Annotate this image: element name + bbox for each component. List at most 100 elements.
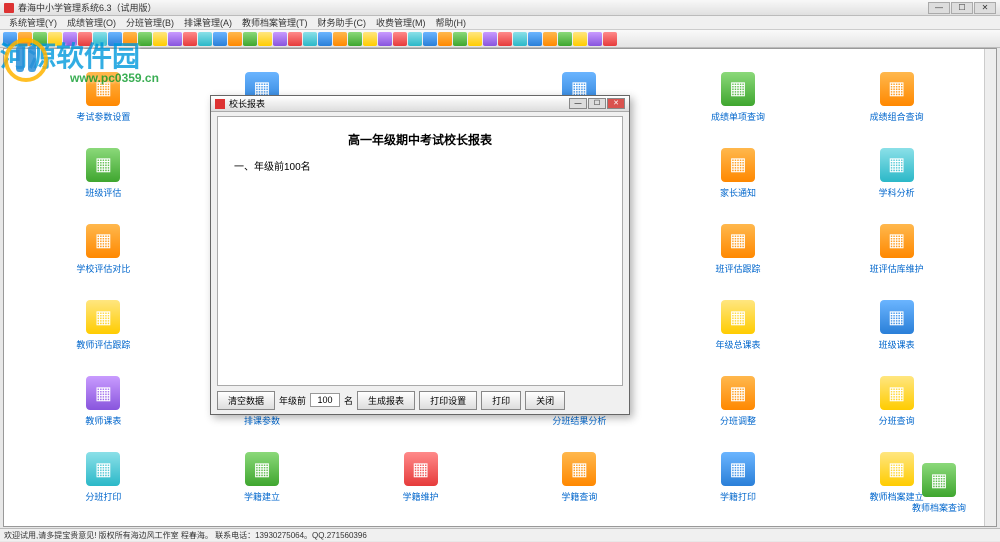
app-item[interactable]: ▦学籍查询 bbox=[500, 440, 659, 516]
tb-icon[interactable] bbox=[603, 32, 617, 46]
tb-icon[interactable] bbox=[198, 32, 212, 46]
app-item[interactable]: ▦ 学籍打印 bbox=[659, 440, 818, 516]
tb-icon[interactable] bbox=[288, 32, 302, 46]
vertical-scrollbar[interactable] bbox=[984, 49, 996, 526]
tb-icon[interactable] bbox=[588, 32, 602, 46]
app-item-icon: ▦ bbox=[721, 452, 755, 486]
app-item[interactable]: ▦学籍维护 bbox=[341, 440, 500, 516]
app-item-label: 学籍查询 bbox=[561, 490, 597, 503]
tb-icon[interactable] bbox=[243, 32, 257, 46]
menu-finance[interactable]: 财务助手(C) bbox=[313, 16, 372, 29]
app-item-label: 考试参数设置 bbox=[76, 110, 130, 123]
tb-icon[interactable] bbox=[363, 32, 377, 46]
tb-icon[interactable] bbox=[423, 32, 437, 46]
status-text: 欢迎试用,请多提宝贵意见! 版权所有海边风工作室 程春海。 联系电话：13930… bbox=[4, 531, 367, 540]
minimize-button[interactable]: — bbox=[928, 2, 950, 14]
app-item-icon: ▦ bbox=[880, 300, 914, 334]
tb-icon[interactable] bbox=[498, 32, 512, 46]
tb-icon[interactable] bbox=[228, 32, 242, 46]
tb-icon[interactable] bbox=[378, 32, 392, 46]
tb-icon[interactable] bbox=[468, 32, 482, 46]
tb-icon[interactable] bbox=[258, 32, 272, 46]
tb-icon[interactable] bbox=[513, 32, 527, 46]
app-item[interactable]: ▦家长通知 bbox=[659, 135, 818, 211]
app-item-label: 班级评估 bbox=[85, 186, 121, 199]
app-item-icon: ▦ bbox=[721, 224, 755, 258]
tb-icon[interactable] bbox=[213, 32, 227, 46]
app-item-label: 学籍维护 bbox=[403, 490, 439, 503]
rank-count-input[interactable] bbox=[310, 393, 340, 407]
app-item-label: 教师档案查询 bbox=[912, 501, 966, 514]
app-icon bbox=[4, 3, 14, 13]
generate-report-button[interactable]: 生成报表 bbox=[357, 391, 415, 410]
tb-icon[interactable] bbox=[573, 32, 587, 46]
dialog-maximize-button[interactable]: ☐ bbox=[588, 98, 606, 109]
tb-icon[interactable] bbox=[543, 32, 557, 46]
app-item-icon: ▦ bbox=[721, 72, 755, 106]
menu-class[interactable]: 分班管理(B) bbox=[121, 16, 179, 29]
menu-help[interactable]: 帮助(H) bbox=[431, 16, 472, 29]
menu-system[interactable]: 系统管理(Y) bbox=[4, 16, 62, 29]
tb-icon[interactable] bbox=[528, 32, 542, 46]
tb-icon[interactable] bbox=[273, 32, 287, 46]
app-item-icon: ▦ bbox=[880, 376, 914, 410]
menu-fee[interactable]: 收费管理(M) bbox=[371, 16, 431, 29]
tb-icon[interactable] bbox=[318, 32, 332, 46]
app-item-label: 教师评估跟踪 bbox=[76, 338, 130, 351]
app-item[interactable]: ▦成绩组合查询 bbox=[817, 59, 976, 135]
dialog-minimize-button[interactable]: — bbox=[569, 98, 587, 109]
app-item-icon: ▦ bbox=[721, 376, 755, 410]
menubar: 系统管理(Y) 成绩管理(O) 分班管理(B) 排课管理(A) 教师档案管理(T… bbox=[0, 16, 1000, 30]
app-item[interactable]: ▦教师课表 bbox=[24, 364, 183, 440]
maximize-button[interactable]: ☐ bbox=[951, 2, 973, 14]
app-item-label: 排课参数 bbox=[244, 414, 280, 427]
tb-icon[interactable] bbox=[438, 32, 452, 46]
tb-icon[interactable] bbox=[333, 32, 347, 46]
app-item[interactable]: ▦教师评估跟踪 bbox=[24, 287, 183, 363]
app-item[interactable]: ▦班评估库维护 bbox=[817, 211, 976, 287]
app-item-icon: ▦ bbox=[245, 452, 279, 486]
tb-icon[interactable] bbox=[348, 32, 362, 46]
print-settings-button[interactable]: 打印设置 bbox=[419, 391, 477, 410]
print-button[interactable]: 打印 bbox=[481, 391, 521, 410]
tb-icon[interactable] bbox=[453, 32, 467, 46]
app-item-label: 分班查询 bbox=[879, 414, 915, 427]
menu-teacher[interactable]: 教师档案管理(T) bbox=[237, 16, 313, 29]
menu-schedule[interactable]: 排课管理(A) bbox=[179, 16, 237, 29]
app-item[interactable]: ▦学科分析 bbox=[817, 135, 976, 211]
app-item-label: 学籍打印 bbox=[720, 490, 756, 503]
tb-icon[interactable] bbox=[303, 32, 317, 46]
dialog-close-button[interactable]: ✕ bbox=[607, 98, 625, 109]
report-dialog: 校长报表 — ☐ ✕ 高一年级期中考试校长报表 一、年级前100名 清空数据 年… bbox=[210, 95, 630, 415]
app-item-label: 学籍建立 bbox=[244, 490, 280, 503]
tb-icon[interactable] bbox=[408, 32, 422, 46]
tb-icon[interactable] bbox=[483, 32, 497, 46]
app-item[interactable]: ▦班级评估 bbox=[24, 135, 183, 211]
dialog-footer: 清空数据 年级前 名 生成报表 打印设置 打印 关闭 bbox=[217, 390, 623, 410]
tb-icon[interactable] bbox=[183, 32, 197, 46]
app-item[interactable]: ▦年级总课表 bbox=[659, 287, 818, 363]
app-item[interactable]: ▦ 分班查询 bbox=[817, 364, 976, 440]
app-title: 春海中小学管理系统6.3（试用版） bbox=[18, 1, 157, 14]
app-item[interactable]: ▦ 学籍建立 bbox=[183, 440, 342, 516]
close-button[interactable]: 关闭 bbox=[525, 391, 565, 410]
clear-data-button[interactable]: 清空数据 bbox=[217, 391, 275, 410]
app-item[interactable]: ▦班评估跟踪 bbox=[659, 211, 818, 287]
app-item[interactable]: ▦教师档案查询 bbox=[912, 463, 966, 514]
app-item[interactable]: ▦学校评估对比 bbox=[24, 211, 183, 287]
app-item[interactable]: ▦成绩单项查询 bbox=[659, 59, 818, 135]
tb-icon[interactable] bbox=[558, 32, 572, 46]
app-item-label: 班级课表 bbox=[879, 338, 915, 351]
tb-icon[interactable] bbox=[393, 32, 407, 46]
app-item-label: 家长通知 bbox=[720, 186, 756, 199]
app-item-icon: ▦ bbox=[86, 224, 120, 258]
app-item[interactable]: ▦分班调整 bbox=[659, 364, 818, 440]
tb-icon[interactable] bbox=[168, 32, 182, 46]
app-item[interactable]: ▦分班打印 bbox=[24, 440, 183, 516]
dialog-titlebar: 校长报表 — ☐ ✕ bbox=[211, 96, 629, 112]
app-item-label: 分班打印 bbox=[85, 490, 121, 503]
menu-score[interactable]: 成绩管理(O) bbox=[62, 16, 121, 29]
dialog-body: 高一年级期中考试校长报表 一、年级前100名 bbox=[217, 116, 623, 386]
app-item[interactable]: ▦ 班级课表 bbox=[817, 287, 976, 363]
close-button[interactable]: ✕ bbox=[974, 2, 996, 14]
